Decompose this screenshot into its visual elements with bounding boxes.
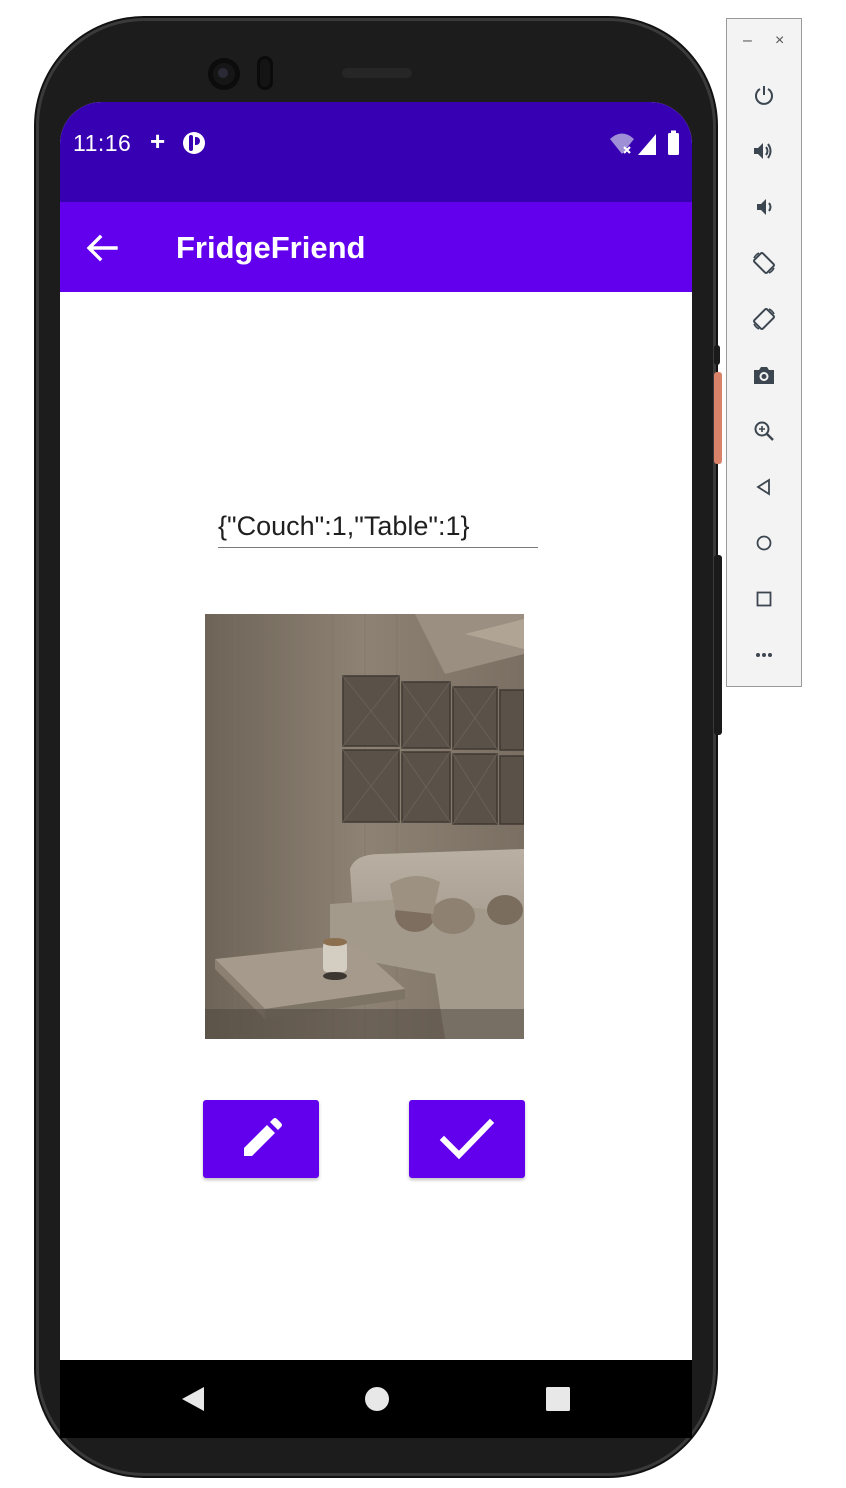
power-icon (755, 86, 773, 105)
detection-result-field[interactable] (218, 505, 538, 548)
arrow-left-icon (86, 234, 118, 262)
home-nav-button[interactable] (749, 528, 779, 558)
back-icon (756, 478, 770, 496)
minimize-button[interactable]: – (743, 33, 752, 49)
circle-app-icon (183, 132, 205, 154)
back-nav-button[interactable] (749, 472, 779, 502)
recents-square-icon[interactable] (546, 1387, 570, 1411)
volume-down-button[interactable] (749, 192, 779, 222)
back-button[interactable] (80, 226, 124, 270)
signal-icon (638, 134, 656, 155)
emulator-toolbar: – × (726, 18, 802, 687)
confirm-button[interactable] (409, 1100, 525, 1178)
volume-up-button[interactable] (749, 136, 779, 166)
phone-screen: 11:16 + FridgeFriend {"Couch":1,"Table":… (60, 102, 692, 1438)
rotate-left-button[interactable] (749, 248, 779, 278)
rotate-left-icon (753, 252, 775, 274)
zoom-button[interactable] (749, 416, 779, 446)
front-camera (208, 58, 240, 90)
proximity-sensor (257, 56, 273, 90)
wifi-off-icon (610, 133, 634, 154)
volume-up-icon (754, 143, 772, 159)
volume-side-button (714, 555, 722, 735)
status-bar: 11:16 + (60, 102, 692, 202)
edit-button[interactable] (203, 1100, 319, 1178)
overview-icon (756, 591, 772, 607)
camera-icon (754, 367, 774, 384)
rotate-right-button[interactable] (749, 304, 779, 334)
overview-nav-button[interactable] (749, 584, 779, 614)
home-circle-icon[interactable] (364, 1386, 390, 1412)
app-title: FridgeFriend (176, 230, 366, 265)
close-button[interactable]: × (775, 33, 784, 49)
screenshot-button[interactable] (749, 360, 779, 390)
power-button[interactable] (749, 80, 779, 110)
power-side-button (714, 372, 722, 464)
captured-photo (205, 614, 524, 1039)
pencil-icon (244, 1118, 282, 1156)
main-content (60, 292, 692, 1360)
back-triangle-icon[interactable] (180, 1386, 206, 1412)
home-icon (756, 535, 772, 551)
app-bar: FridgeFriend (60, 202, 692, 292)
zoom-icon (754, 421, 774, 441)
more-icon (756, 653, 772, 657)
plus-icon: + (150, 126, 166, 156)
status-time: 11:16 (73, 130, 132, 156)
battery-icon (668, 130, 679, 155)
volume-down-icon (757, 199, 772, 215)
rotate-right-icon (753, 308, 775, 330)
status-icons (610, 130, 679, 155)
checkmark-icon (439, 1118, 495, 1160)
earpiece-speaker (342, 68, 412, 78)
navigation-bar (60, 1360, 692, 1438)
side-button-small (714, 345, 720, 365)
more-button[interactable] (749, 640, 779, 670)
